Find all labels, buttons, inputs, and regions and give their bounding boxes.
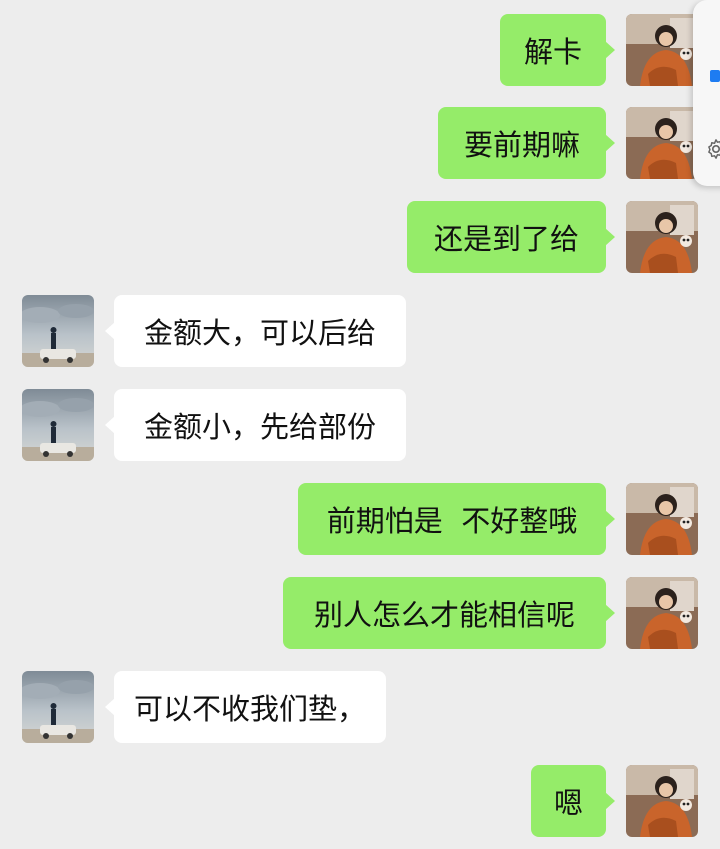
message-bubble-outgoing[interactable]: 要前期嘛 <box>438 107 615 179</box>
notification-indicator <box>710 70 720 82</box>
message-bubble-outgoing[interactable]: 嗯 <box>531 765 615 837</box>
floating-side-widget[interactable] <box>693 0 720 186</box>
gear-icon[interactable] <box>705 138 720 160</box>
contact-avatar-icon[interactable] <box>22 295 94 367</box>
user-avatar-icon[interactable] <box>626 107 698 179</box>
message-bubble-outgoing[interactable]: 别人怎么才能相信呢 <box>283 577 615 649</box>
user-avatar-icon[interactable] <box>626 765 698 837</box>
message-bubble-incoming[interactable]: 金额大，可以后给 <box>105 295 406 367</box>
message-bubble-outgoing[interactable]: 前期怕是 不好整哦 <box>298 483 615 555</box>
user-avatar-icon[interactable] <box>626 201 698 273</box>
message-bubble-outgoing[interactable]: 还是到了给 <box>407 201 615 273</box>
user-avatar-icon[interactable] <box>626 577 698 649</box>
message-bubble-incoming[interactable]: 可以不收我们垫， <box>105 671 386 743</box>
message-bubble-incoming[interactable]: 金额小，先给部份 <box>105 389 406 461</box>
user-avatar-icon[interactable] <box>626 483 698 555</box>
contact-avatar-icon[interactable] <box>22 671 94 743</box>
chat-message-list[interactable]: 解卡 要前期嘛 还是到了给 金额大，可以后给 金额小，先给部份 前期怕是 不好整… <box>0 0 720 849</box>
contact-avatar-icon[interactable] <box>22 389 94 461</box>
message-bubble-outgoing[interactable]: 解卡 <box>500 14 615 86</box>
user-avatar-icon[interactable] <box>626 14 698 86</box>
